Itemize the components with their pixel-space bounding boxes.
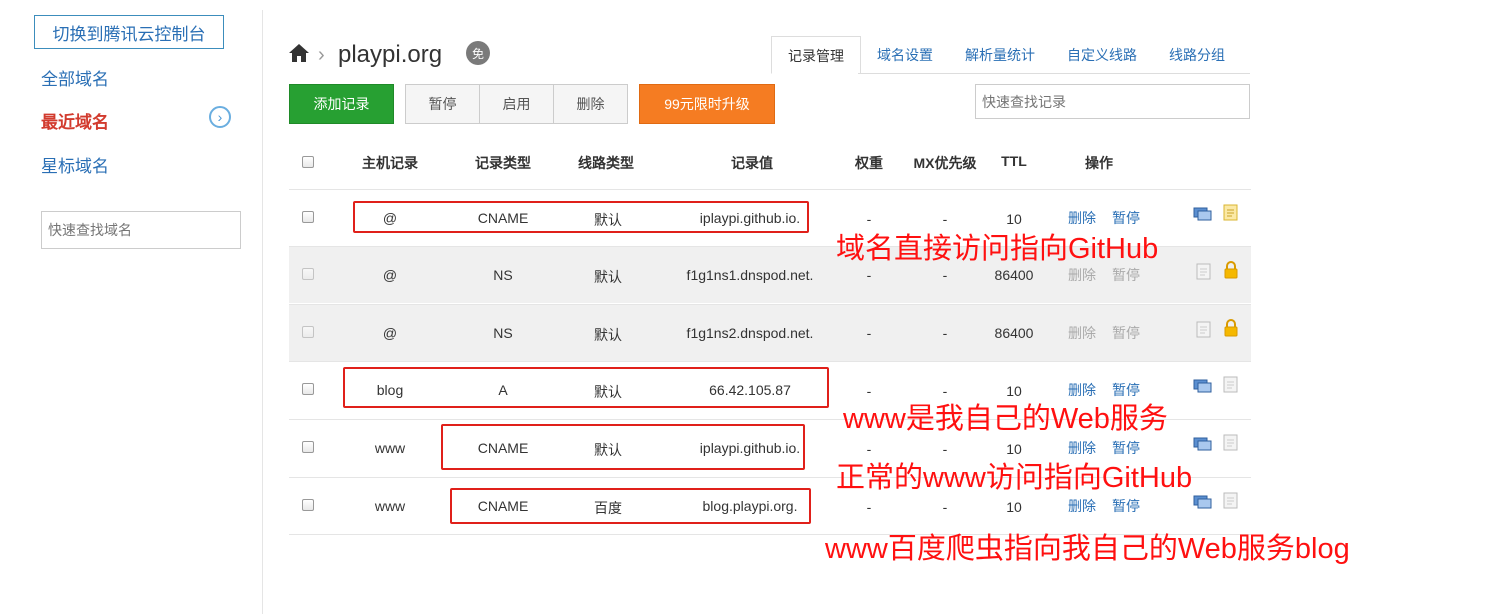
cell-host: @ — [382, 325, 398, 341]
sidebar-item-recent-domains[interactable]: 最近域名 — [41, 108, 109, 133]
column-header-weight: 权重 — [855, 155, 883, 171]
note-icon[interactable] — [1196, 263, 1212, 286]
tab-custom-lines[interactable]: 自定义线路 — [1051, 36, 1153, 74]
note-icon[interactable] — [1223, 434, 1239, 457]
cell-mx: - — [942, 267, 948, 283]
lock-icon[interactable] — [1223, 261, 1239, 284]
sidebar-divider — [262, 10, 263, 614]
column-header-type: 记录类型 — [475, 155, 531, 171]
column-header-host: 主机记录 — [362, 155, 418, 171]
pause-record-link[interactable]: 暂停 — [1112, 496, 1140, 516]
column-header-value: 记录值 — [731, 155, 773, 171]
cell-value: f1g1ns1.dnspod.net. — [686, 267, 814, 283]
column-header-mx: MX优先级 — [913, 155, 977, 171]
tab-domain-settings[interactable]: 域名设置 — [861, 36, 949, 74]
column-header-actions: 操作 — [1085, 155, 1113, 171]
record-search-input[interactable] — [975, 84, 1250, 119]
tab-statistics[interactable]: 解析量统计 — [949, 36, 1051, 74]
annotation-text: 域名直接访问指向GitHub — [836, 233, 1159, 265]
cell-line: 默认 — [594, 327, 622, 343]
cell-value: f1g1ns2.dnspod.net. — [686, 325, 814, 341]
row-checkbox[interactable] — [302, 211, 314, 223]
cell-line: 默认 — [594, 269, 622, 285]
column-header-ttl: TTL — [1001, 153, 1027, 169]
pause-record-link: 暂停 — [1112, 325, 1140, 341]
cell-host: www — [374, 498, 406, 514]
cell-type: NS — [493, 267, 513, 283]
cell-mx: - — [942, 325, 948, 341]
pause-record-link: 暂停 — [1112, 267, 1140, 283]
cell-ttl: 86400 — [994, 267, 1034, 283]
cell-host: www — [374, 440, 406, 456]
tab-line-groups[interactable]: 线路分组 — [1153, 36, 1241, 74]
note-icon[interactable] — [1196, 321, 1212, 344]
remark-icon[interactable] — [1193, 206, 1213, 227]
row-checkbox[interactable] — [302, 326, 314, 338]
note-icon[interactable] — [1223, 492, 1239, 515]
page-title: playpi.org — [338, 41, 443, 68]
domain-search-input[interactable] — [41, 211, 241, 249]
remark-icon[interactable] — [1193, 436, 1213, 457]
cell-weight: - — [866, 499, 872, 515]
row-checkbox[interactable] — [302, 383, 314, 395]
delete-record-link: 删除 — [1068, 267, 1096, 283]
sidebar-item-all-domains[interactable]: 全部域名 — [41, 65, 109, 90]
row-checkbox[interactable] — [302, 441, 314, 453]
chevron-right-icon: › — [318, 44, 325, 66]
highlight-box — [450, 488, 811, 524]
upgrade-button[interactable]: 99元限时升级 — [639, 84, 775, 124]
remark-icon[interactable] — [1193, 378, 1213, 399]
switch-console-button[interactable]: 切换到腾讯云控制台 — [34, 15, 224, 49]
cell-ttl: 10 — [1006, 499, 1022, 515]
note-icon[interactable] — [1223, 376, 1239, 399]
select-all-checkbox[interactable] — [302, 156, 314, 168]
cell-host: @ — [382, 267, 398, 283]
add-record-button[interactable]: 添加记录 — [289, 84, 394, 124]
free-badge: 免 — [466, 41, 490, 65]
annotation-text: www是我自己的Web服务 — [843, 403, 1168, 435]
remark-icon[interactable] — [1193, 494, 1213, 515]
column-header-line: 线路类型 — [578, 155, 634, 171]
chevron-right-circle-icon[interactable]: › — [209, 106, 231, 128]
cell-weight: - — [866, 325, 872, 341]
sidebar-item-starred-domains[interactable]: 星标域名 — [41, 152, 109, 177]
tab-bar: 记录管理 域名设置 解析量统计 自定义线路 线路分组 — [771, 36, 1241, 74]
row-checkbox[interactable] — [302, 499, 314, 511]
home-icon[interactable] — [288, 43, 310, 68]
delete-record-link: 删除 — [1068, 325, 1096, 341]
tab-underline — [858, 73, 1250, 74]
delete-record-link[interactable]: 删除 — [1068, 496, 1096, 516]
highlight-box — [353, 201, 809, 233]
delete-button[interactable]: 删除 — [554, 85, 627, 123]
cell-weight: - — [866, 267, 872, 283]
annotation-text: 正常的www访问指向GitHub — [836, 462, 1193, 494]
cell-type: NS — [493, 325, 513, 341]
pause-button[interactable]: 暂停 — [406, 85, 480, 123]
cell-ttl: 86400 — [994, 325, 1034, 341]
annotation-text: www百度爬虫指向我自己的Web服务blog — [825, 533, 1350, 565]
tab-records[interactable]: 记录管理 — [771, 36, 861, 74]
highlight-box — [343, 367, 829, 408]
note-icon[interactable] — [1223, 204, 1239, 227]
record-action-group: 暂停 启用 删除 — [405, 84, 628, 124]
row-checkbox[interactable] — [302, 268, 314, 280]
lock-icon[interactable] — [1223, 319, 1239, 342]
cell-mx: - — [942, 499, 948, 515]
enable-button[interactable]: 启用 — [480, 85, 554, 123]
highlight-box — [441, 424, 805, 470]
